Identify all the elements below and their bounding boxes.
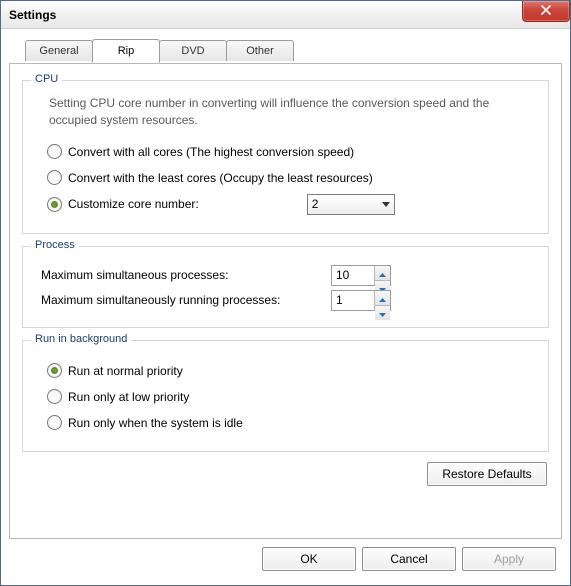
settings-window: Settings General Rip DVD Other CPU Setti… (0, 0, 571, 586)
max-running-spinner[interactable]: 1 (331, 290, 391, 311)
radio-icon (47, 170, 62, 185)
spinner-down-button[interactable] (375, 305, 390, 320)
tab-general[interactable]: General (25, 40, 93, 61)
group-process-legend: Process (31, 239, 79, 251)
group-process: Process Maximum simultaneous processes: … (22, 246, 549, 328)
bg-option-normal[interactable]: Run at normal priority (47, 361, 538, 381)
max-simultaneous-label: Maximum simultaneous processes: (41, 268, 331, 282)
max-simultaneous-value: 10 (332, 266, 374, 285)
restore-defaults-button[interactable]: Restore Defaults (427, 462, 547, 486)
cpu-option-least[interactable]: Convert with the least cores (Occupy the… (47, 168, 538, 188)
tabpanel-rip: CPU Setting CPU core number in convertin… (9, 63, 562, 539)
spinner-buttons (374, 266, 390, 285)
spinner-up-button[interactable] (375, 291, 390, 305)
titlebar: Settings (1, 1, 570, 29)
ok-button[interactable]: OK (262, 547, 356, 571)
close-button[interactable] (522, 1, 570, 22)
cpu-option-custom[interactable]: Customize core number: 2 (47, 194, 538, 215)
bg-option-idle-label: Run only when the system is idle (68, 416, 243, 430)
radio-icon (47, 415, 62, 430)
tab-other[interactable]: Other (226, 40, 294, 61)
chevron-down-icon (378, 195, 394, 214)
apply-button[interactable]: Apply (462, 547, 556, 571)
tab-rip[interactable]: Rip (92, 39, 160, 63)
cancel-button[interactable]: Cancel (362, 547, 456, 571)
group-background: Run in background Run at normal priority… (22, 340, 549, 452)
footer-buttons: OK Cancel Apply (9, 539, 562, 577)
spinner-up-button[interactable] (375, 266, 390, 280)
cpu-option-all[interactable]: Convert with all cores (The highest conv… (47, 142, 538, 162)
radio-icon (47, 363, 62, 378)
chevron-up-icon (379, 266, 386, 280)
window-title: Settings (9, 8, 56, 22)
spinner-buttons (374, 291, 390, 310)
bg-option-low[interactable]: Run only at low priority (47, 387, 538, 407)
cpu-option-custom-label: Customize core number: (68, 197, 199, 211)
close-icon (541, 4, 551, 18)
cpu-option-least-label: Convert with the least cores (Occupy the… (68, 171, 373, 185)
bg-option-normal-label: Run at normal priority (68, 364, 183, 378)
group-background-legend: Run in background (31, 333, 131, 345)
tabstrip: General Rip DVD Other (25, 39, 562, 63)
core-number-dropdown[interactable]: 2 (307, 194, 395, 215)
radio-icon (47, 144, 62, 159)
bg-option-idle[interactable]: Run only when the system is idle (47, 413, 538, 433)
bg-option-low-label: Run only at low priority (68, 390, 189, 404)
group-cpu: CPU Setting CPU core number in convertin… (22, 80, 549, 234)
client-area: General Rip DVD Other CPU Setting CPU co… (1, 29, 570, 585)
max-running-value: 1 (332, 291, 374, 310)
chevron-up-icon (379, 291, 386, 305)
max-running-label: Maximum simultaneously running processes… (41, 293, 331, 307)
cpu-description: Setting CPU core number in converting wi… (49, 95, 530, 130)
spacer (20, 486, 551, 528)
core-number-value: 2 (308, 197, 378, 211)
max-simultaneous-spinner[interactable]: 10 (331, 265, 391, 286)
tab-dvd[interactable]: DVD (159, 40, 227, 61)
restore-row: Restore Defaults (20, 462, 547, 486)
radio-icon (47, 389, 62, 404)
row-max-running: Maximum simultaneously running processes… (41, 290, 538, 311)
cpu-option-all-label: Convert with all cores (The highest conv… (68, 145, 354, 159)
chevron-down-icon (379, 306, 386, 320)
row-max-simultaneous: Maximum simultaneous processes: 10 (41, 265, 538, 286)
radio-icon (47, 197, 62, 212)
group-cpu-legend: CPU (31, 73, 62, 85)
